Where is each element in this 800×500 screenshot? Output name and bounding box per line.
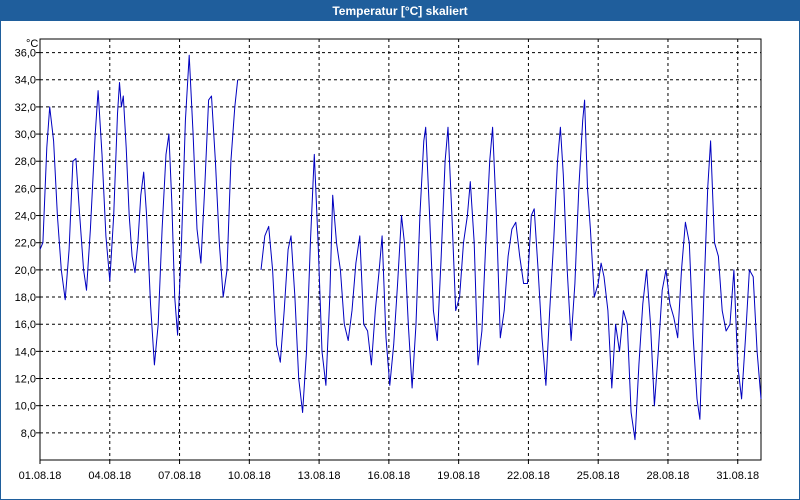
temperature-chart: 8,0 10,0 12,0 14,0 16,0 18,0 20,0 22,0 24,0 26,0 2…: [15, 38, 762, 482]
x-tick-label: 10.08.18: [228, 470, 271, 482]
y-tick-label: 34,0: [15, 75, 36, 87]
x-tick-label: 31.08.18: [716, 470, 759, 482]
x-tick-label: 13.08.18: [298, 470, 341, 482]
x-tick-label: 22.08.18: [507, 470, 550, 482]
y-tick-labels: 8,0 10,0 12,0 14,0 16,0 18,0 20,0 22,0 24,0 26,0 2…: [15, 48, 36, 440]
y-tick-label: 12,0: [15, 374, 36, 386]
series-layer: [39, 54, 762, 441]
y-tick-label: 16,0: [15, 319, 36, 331]
y-tick-label: 26,0: [15, 183, 36, 195]
x-tick-label: 01.08.18: [19, 470, 62, 482]
y-tick-label: 22,0: [15, 238, 36, 250]
x-tick-label: 25.08.18: [577, 470, 620, 482]
y-tick-label: 28,0: [15, 156, 36, 168]
x-tick-label: 19.08.18: [437, 470, 480, 482]
y-tick-label: 8,0: [21, 428, 36, 440]
x-tick-label: 16.08.18: [367, 470, 410, 482]
y-tick-label: 24,0: [15, 211, 36, 223]
y-axis-unit: °C: [26, 38, 38, 50]
x-tick-label: 07.08.18: [158, 470, 201, 482]
y-tick-label: 30,0: [15, 129, 36, 141]
y-tick-label: 18,0: [15, 292, 36, 304]
y-tick-label: 14,0: [15, 346, 36, 358]
y-tick-label: 10,0: [15, 401, 36, 413]
grid-layer: [36, 39, 761, 464]
series-line-1: [39, 54, 239, 366]
y-tick-label: 32,0: [15, 102, 36, 114]
y-tick-label: 20,0: [15, 265, 36, 277]
x-tick-labels: 01.08.18 04.08.18 07.08.18 10.08.18 13.08.18…: [19, 470, 760, 482]
x-tick-label: 28.08.18: [647, 470, 690, 482]
x-tick-label: 04.08.18: [88, 470, 131, 482]
